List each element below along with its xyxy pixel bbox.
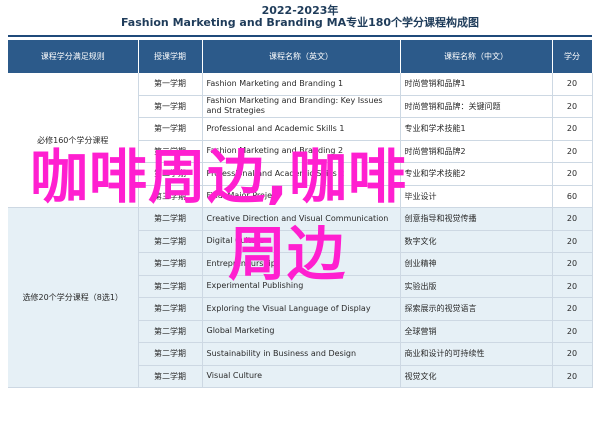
course-cn-cell: 数字文化 <box>400 230 553 253</box>
semester-cell: 第二学期 <box>138 140 203 163</box>
course-cn-cell: 创业精神 <box>400 252 553 276</box>
col-semester: 授课学期 <box>138 40 203 73</box>
col-rule: 课程学分满足规则 <box>8 40 139 73</box>
course-en-cell: Global Marketing <box>202 320 401 343</box>
course-en-cell: Sustainability in Business and Design <box>202 342 401 366</box>
credits-cell: 20 <box>552 252 593 276</box>
col-course-cn: 课程名称（中文） <box>400 40 553 73</box>
semester-cell: 第二学期 <box>138 162 203 186</box>
semester-cell: 第一学期 <box>138 73 203 96</box>
table-body: 必修160个学分课程 第一学期 Fashion Marketing and Bran… <box>8 73 593 388</box>
course-en-cell: Experimental Publishing <box>202 275 401 298</box>
credits-cell: 20 <box>552 320 593 343</box>
course-cn-cell: 时尚营销和品牌：关键问题 <box>400 95 553 118</box>
credits-cell: 20 <box>552 342 593 366</box>
course-en-cell: Entrepreneurship <box>202 252 401 276</box>
course-en-cell: Digital Culture <box>202 230 401 253</box>
course-en-cell: Fashion Marketing and Branding 2 <box>202 140 401 163</box>
semester-cell: 第二学期 <box>138 275 203 298</box>
semester-cell: 第二学期 <box>138 230 203 253</box>
semester-cell: 第一学期 <box>138 95 203 118</box>
document-title: Fashion Marketing and Branding MA专业180个学… <box>120 16 480 29</box>
credits-cell: 60 <box>552 185 593 208</box>
semester-cell: 第二学期 <box>138 320 203 343</box>
table-row: 必修160个学分课程 第一学期 Fashion Marketing and Bran… <box>8 73 593 208</box>
course-cn-cell: 探索展示的视觉语言 <box>400 297 553 321</box>
course-cn-cell: 商业和设计的可持续性 <box>400 342 553 366</box>
credits-cell: 20 <box>552 297 593 321</box>
semester-cell: 第一学期 <box>138 117 203 141</box>
credits-cell: 20 <box>552 117 593 141</box>
credits-cell: 20 <box>552 230 593 253</box>
credits-cell: 20 <box>552 365 593 388</box>
credits-cell: 20 <box>552 162 593 186</box>
col-credits: 学分 <box>552 40 593 73</box>
credits-cell: 20 <box>552 140 593 163</box>
semester-cell: 第二学期 <box>138 207 203 231</box>
semester-cell: 第二学期 <box>138 342 203 366</box>
credits-cell: 20 <box>552 275 593 298</box>
semester-cell: 第二学期 <box>138 252 203 276</box>
table-header-row: 课程学分满足规则 授课学期 课程名称（英文） 课程名称（中文） 学分 <box>8 40 593 73</box>
header-rule <box>8 35 592 37</box>
credits-cell: 20 <box>552 73 593 96</box>
course-cn-cell: 时尚营销和品牌1 <box>400 73 553 96</box>
group-label: 选修20个学分课程（8选1） <box>8 207 139 388</box>
credits-cell: 20 <box>552 207 593 231</box>
course-cn-cell: 毕业设计 <box>400 185 553 208</box>
course-cn-cell: 时尚营销和品牌2 <box>400 140 553 163</box>
course-en-cell: Final Major Project <box>202 185 401 208</box>
course-cn-cell: 专业和学术技能2 <box>400 162 553 186</box>
group-label: 必修160个学分课程 <box>8 73 139 208</box>
course-cn-cell: 视觉文化 <box>400 365 553 388</box>
course-en-cell: Fashion Marketing and Branding 1 <box>202 73 401 96</box>
course-cn-cell: 专业和学术技能1 <box>400 117 553 141</box>
course-en-cell: Professional and Academic Skills 2 <box>202 162 401 186</box>
course-en-cell: Professional and Academic Skills 1 <box>202 117 401 141</box>
semester-cell: 第三学期 <box>138 185 203 208</box>
course-cn-cell: 创意指导和视觉传播 <box>400 207 553 231</box>
course-table: 课程学分满足规则 授课学期 课程名称（英文） 课程名称（中文） 学分 必修160… <box>8 40 593 388</box>
course-en-cell: Fashion Marketing and Branding: Key Issu… <box>202 95 401 118</box>
table-row: 选修20个学分课程（8选1） 第二学期 Creative Direction and… <box>8 207 593 388</box>
course-en-cell: Creative Direction and Visual Communicat… <box>202 207 401 231</box>
course-cn-cell: 实验出版 <box>400 275 553 298</box>
col-course-en: 课程名称（英文） <box>202 40 401 73</box>
semester-cell: 第二学期 <box>138 365 203 388</box>
course-en-cell: Exploring the Visual Language of Display <box>202 297 401 321</box>
course-cn-cell: 全球营销 <box>400 320 553 343</box>
course-en-cell: Visual Culture <box>202 365 401 388</box>
semester-cell: 第二学期 <box>138 297 203 321</box>
credits-cell: 20 <box>552 95 593 118</box>
